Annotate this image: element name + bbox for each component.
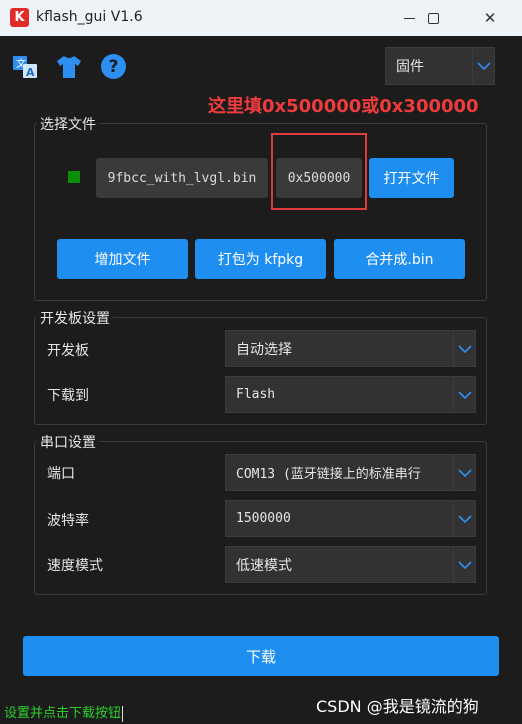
port-select[interactable]: COM13 (蓝牙链接上的标准串行 xyxy=(225,454,476,491)
board-label: 开发板 xyxy=(47,343,89,359)
file-enabled-indicator[interactable] xyxy=(68,171,80,183)
chevron-down-icon xyxy=(453,547,475,582)
file-path-field[interactable]: 9fbcc_with_lvgl.bin xyxy=(96,158,268,198)
window-title: kflash_gui V1.6 xyxy=(36,9,143,25)
baud-label: 波特率 xyxy=(47,513,89,529)
chevron-down-icon xyxy=(453,331,475,366)
port-select-value: COM13 (蓝牙链接上的标准串行 xyxy=(236,467,421,482)
svg-text:A: A xyxy=(26,66,35,79)
target-select[interactable]: Flash xyxy=(225,376,476,413)
question-mark-icon: ? xyxy=(108,56,119,77)
pack-kfpkg-button[interactable]: 打包为 kfpkg xyxy=(195,239,326,279)
mode-select-value: 固件 xyxy=(396,59,424,75)
target-select-value: Flash xyxy=(236,387,276,402)
watermark: CSDN @我是镜流的狗 xyxy=(316,697,479,716)
svg-text:文: 文 xyxy=(16,57,26,70)
language-translate-button[interactable]: 文 A xyxy=(12,54,38,80)
text-cursor xyxy=(122,705,124,722)
close-button[interactable]: ✕ xyxy=(467,0,513,36)
chevron-down-icon xyxy=(453,501,475,536)
translate-icon: 文 A xyxy=(13,56,37,79)
add-file-button[interactable]: 增加文件 xyxy=(57,239,188,279)
skin-button[interactable] xyxy=(56,54,82,80)
merge-bin-button[interactable]: 合并成.bin xyxy=(334,239,465,279)
chevron-down-icon xyxy=(472,48,494,84)
title-bar: K kflash_gui V1.6 ✕ xyxy=(0,0,522,36)
baud-select-value: 1500000 xyxy=(236,511,291,526)
speed-mode-select[interactable]: 低速模式 xyxy=(225,546,476,583)
download-button[interactable]: 下载 xyxy=(23,636,499,676)
board-select[interactable]: 自动选择 xyxy=(225,330,476,367)
address-highlight-box xyxy=(271,133,367,210)
serial-group-title: 串口设置 xyxy=(37,432,99,452)
help-button[interactable]: ? xyxy=(101,54,126,79)
speed-mode-select-value: 低速模式 xyxy=(236,557,292,574)
mode-select[interactable]: 固件 xyxy=(385,47,495,85)
speed-mode-label: 速度模式 xyxy=(47,558,103,574)
status-text: 设置并点击下载按钮 xyxy=(4,706,122,721)
annotation-text: 这里填0x500000或0x300000 xyxy=(208,96,479,117)
maximize-icon xyxy=(427,12,439,24)
chevron-down-icon xyxy=(453,455,475,490)
port-label: 端口 xyxy=(47,466,75,482)
maximize-button[interactable] xyxy=(410,0,456,36)
close-icon: ✕ xyxy=(483,9,497,27)
app-logo-icon: K xyxy=(10,8,29,27)
chevron-down-icon xyxy=(453,377,475,412)
file-group-title: 选择文件 xyxy=(37,114,99,134)
tshirt-icon xyxy=(57,56,81,78)
board-select-value: 自动选择 xyxy=(236,341,292,358)
open-file-button[interactable]: 打开文件 xyxy=(369,158,454,198)
status-bar: 设置并点击下载按钮 xyxy=(4,702,124,722)
baud-select[interactable]: 1500000 xyxy=(225,500,476,537)
board-group-title: 开发板设置 xyxy=(37,308,113,328)
target-label: 下载到 xyxy=(47,388,89,404)
